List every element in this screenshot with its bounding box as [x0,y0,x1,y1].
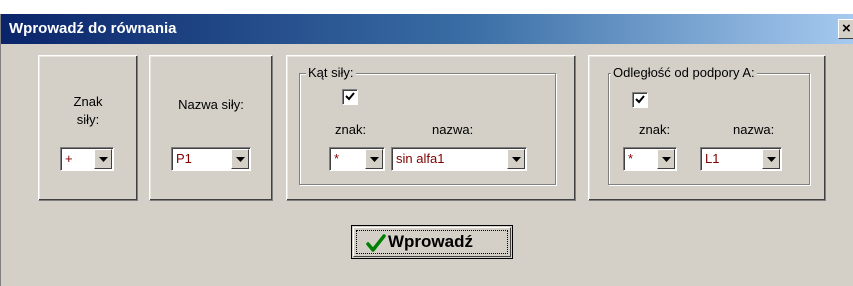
distance-name-select-dropdown-button[interactable] [762,149,780,169]
angle-sign-label: znak: [335,122,367,137]
angle-name-select-dropdown-button[interactable] [507,149,525,169]
chevron-down-icon [99,157,108,162]
sign-label-line2: siły: [76,112,100,127]
title-bar[interactable]: Wprowadź do równania × [1,14,853,44]
submit-button[interactable]: Wprowadź [351,225,513,259]
angle-sign-select-value: * [334,151,340,166]
angle-sign-select[interactable]: * [329,147,385,171]
angle-panel: Kąt siły: znak: nazwa: * sin alfa1 [286,55,576,201]
distance-legend: Odległość od podpory A: [611,65,757,80]
close-button[interactable]: × [838,19,853,39]
sign-panel: Znak siły: + [38,55,138,201]
name-select-value: P1 [176,151,192,166]
distance-checkbox[interactable] [632,92,648,108]
distance-name-select[interactable]: L1 [700,147,782,171]
dialog-window: Wprowadź do równania × Znak siły: + Nazw… [0,14,853,286]
angle-checkbox[interactable] [342,89,358,105]
checkmark-icon [366,234,386,252]
chevron-down-icon [370,157,379,162]
angle-name-label: nazwa: [432,122,474,137]
name-label: Nazwa siły: [178,97,244,112]
chevron-down-icon [767,157,776,162]
distance-sign-label: znak: [639,122,671,137]
chevron-down-icon [662,157,671,162]
submit-button-label: Wprowadź [388,232,473,251]
checkmark-icon [635,95,645,104]
angle-name-select[interactable]: sin alfa1 [391,147,527,171]
angle-name-select-value: sin alfa1 [396,151,445,166]
distance-sign-select[interactable]: * [623,147,677,171]
sign-select-value: + [65,151,73,166]
name-select-dropdown-button[interactable] [231,149,249,169]
distance-panel: Odległość od podpory A: znak: nazwa: * L… [588,55,826,201]
close-icon: × [842,20,851,37]
window-title: Wprowadź do równania [9,20,177,37]
name-panel: Nazwa siły: P1 [149,55,273,201]
chevron-down-icon [512,157,521,162]
distance-name-label: nazwa: [733,122,775,137]
chevron-down-icon [236,157,245,162]
distance-sign-select-dropdown-button[interactable] [657,149,675,169]
checkmark-icon [345,92,355,101]
name-select[interactable]: P1 [171,147,251,171]
angle-legend: Kąt siły: [306,65,356,80]
distance-name-select-value: L1 [705,151,720,166]
sign-select-dropdown-button[interactable] [94,149,112,169]
sign-select[interactable]: + [60,147,114,171]
angle-sign-select-dropdown-button[interactable] [365,149,383,169]
distance-sign-select-value: * [628,151,634,166]
sign-label-line1: Znak [73,94,103,109]
